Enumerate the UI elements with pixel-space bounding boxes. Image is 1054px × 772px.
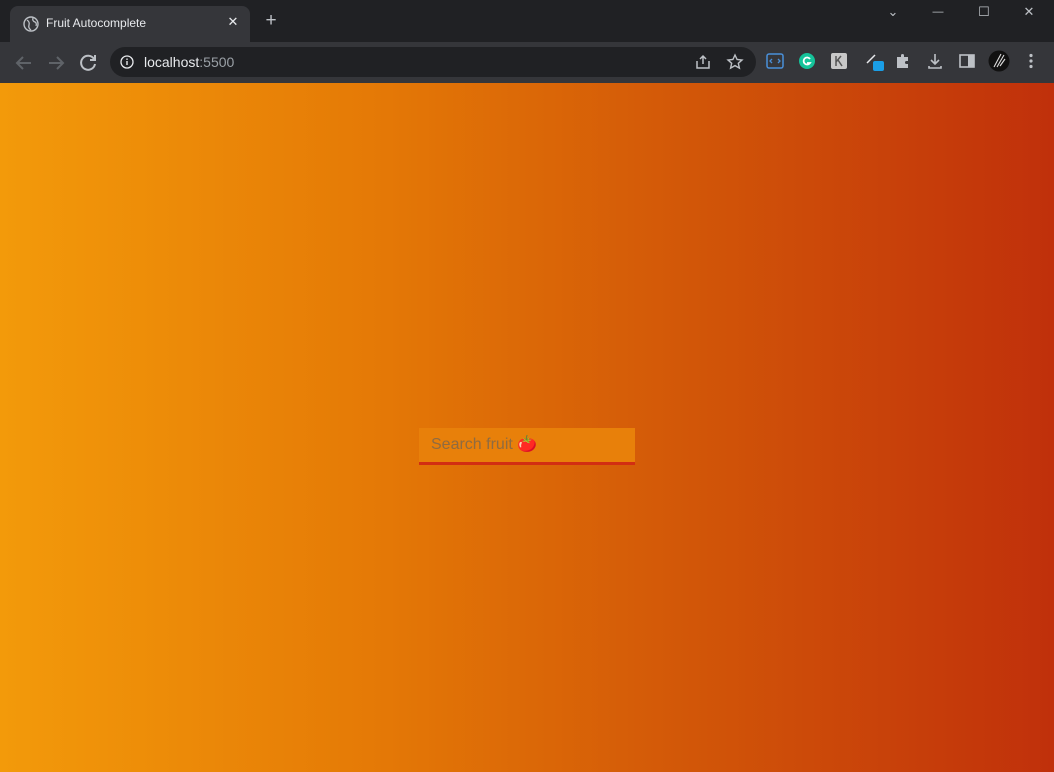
reload-icon[interactable] bbox=[76, 51, 100, 75]
minimize-button[interactable]: — bbox=[915, 0, 961, 26]
puzzle-icon[interactable] bbox=[894, 52, 912, 70]
extension-k-icon[interactable] bbox=[830, 52, 848, 70]
share-icon[interactable] bbox=[694, 53, 712, 71]
site-info-icon[interactable] bbox=[120, 55, 134, 69]
title-bar: Fruit Autocomplete ✕ + ⌄ — ☐ ✕ bbox=[0, 0, 1054, 42]
pen-extension-icon[interactable] bbox=[864, 50, 886, 72]
tab-fruit-autocomplete[interactable]: Fruit Autocomplete ✕ bbox=[10, 6, 250, 42]
new-tab-button[interactable]: + bbox=[261, 11, 281, 31]
page-viewport bbox=[0, 83, 1054, 772]
back-icon[interactable] bbox=[12, 51, 36, 75]
profile-avatar[interactable] bbox=[988, 50, 1010, 72]
globe-icon bbox=[23, 16, 39, 32]
browser-window: Fruit Autocomplete ✕ + ⌄ — ☐ ✕ localhost… bbox=[0, 0, 1054, 772]
tab-close-icon[interactable]: ✕ bbox=[224, 13, 242, 31]
code-extension-icon[interactable] bbox=[766, 52, 784, 70]
maximize-button[interactable]: ☐ bbox=[961, 0, 1007, 26]
search-input[interactable] bbox=[419, 428, 635, 465]
menu-icon[interactable] bbox=[1022, 52, 1040, 70]
url-port: :5500 bbox=[199, 54, 235, 70]
url-host: localhost bbox=[144, 54, 200, 70]
close-window-button[interactable]: ✕ bbox=[1006, 0, 1052, 26]
browser-toolbar: localhost:5500 bbox=[0, 42, 1054, 83]
search-container bbox=[419, 428, 635, 468]
tab-search-chevron-icon[interactable]: ⌄ bbox=[870, 0, 916, 26]
download-icon[interactable] bbox=[926, 52, 944, 70]
bookmark-star-icon[interactable] bbox=[726, 53, 744, 71]
forward-icon[interactable] bbox=[44, 51, 68, 75]
tab-title: Fruit Autocomplete bbox=[46, 16, 147, 30]
side-panel-icon[interactable] bbox=[958, 52, 976, 70]
address-bar[interactable]: localhost:5500 bbox=[110, 47, 756, 77]
grammarly-icon[interactable] bbox=[798, 52, 816, 70]
url-text: localhost:5500 bbox=[144, 54, 234, 70]
